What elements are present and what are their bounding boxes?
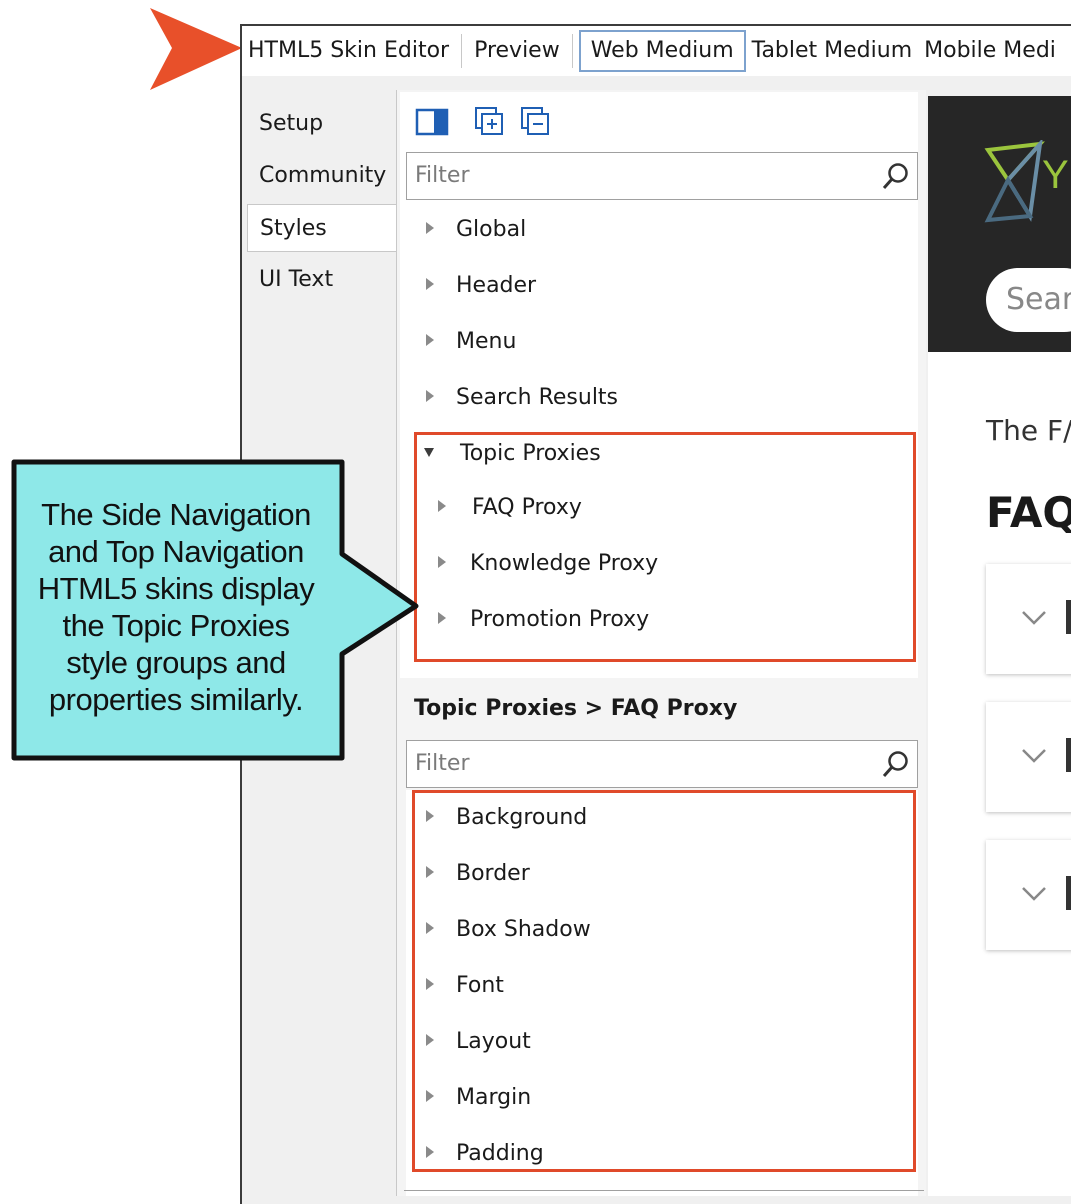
tablet-medium-button[interactable]: Tablet Medium	[746, 30, 918, 72]
search-icon	[882, 163, 908, 189]
callout-line: The Side Navigation	[41, 497, 311, 532]
divider	[404, 1190, 924, 1191]
expand-arrow-icon[interactable]	[426, 390, 434, 402]
properties-highlight	[412, 790, 916, 1172]
chevron-down-icon	[1022, 611, 1046, 625]
faq-item[interactable]	[986, 564, 1071, 674]
tree-item-global[interactable]: Global	[426, 204, 906, 256]
topic-proxies-highlight	[414, 432, 916, 662]
faq-item-text-fragment	[1066, 600, 1071, 634]
tree-item-menu[interactable]: Menu	[426, 316, 906, 368]
tree-item-header[interactable]: Header	[426, 260, 906, 312]
callout-line: and Top Navigation	[48, 534, 304, 569]
style-filter-input[interactable]: Filter	[406, 152, 918, 200]
pointer-arrow-icon	[150, 8, 242, 90]
expand-arrow-icon[interactable]	[426, 334, 434, 346]
expand-arrow-icon[interactable]	[426, 278, 434, 290]
preview-intro-text: The F/	[986, 414, 1071, 447]
tab-community[interactable]: Community	[247, 152, 397, 200]
faq-item[interactable]	[986, 840, 1071, 950]
toolbar-title: HTML5 Skin Editor	[248, 38, 450, 63]
tree-item-label: Search Results	[456, 385, 619, 410]
toggle-panel-icon[interactable]	[414, 104, 450, 140]
tree-item-search-results[interactable]: Search Results	[426, 372, 906, 424]
logo-letter: Y	[1042, 153, 1069, 197]
callout-line: style groups and	[66, 645, 286, 680]
callout-line: the Topic Proxies	[62, 608, 291, 643]
tree-item-label: Menu	[456, 329, 517, 354]
toolbar-separator	[571, 34, 573, 68]
preview-search-placeholder: Sear	[1006, 282, 1071, 317]
callout-line: properties similarly.	[48, 682, 304, 717]
callout-text: The Side Navigation and Top Navigation H…	[24, 496, 328, 718]
collapse-all-icon[interactable]	[518, 104, 554, 140]
properties-breadcrumb: Topic Proxies > FAQ Proxy	[414, 696, 738, 721]
tab-setup[interactable]: Setup	[247, 100, 397, 148]
search-icon	[882, 751, 908, 777]
callout-line: HTML5 skins display	[37, 571, 315, 606]
preview-search-input[interactable]: Sear	[986, 268, 1071, 332]
faq-item-text-fragment	[1066, 876, 1071, 910]
chevron-down-icon	[1022, 887, 1046, 901]
chevron-down-icon	[1022, 749, 1046, 763]
web-medium-button[interactable]: Web Medium	[578, 30, 746, 72]
expand-all-icon[interactable]	[472, 104, 508, 140]
style-filter-placeholder: Filter	[415, 163, 470, 188]
tree-item-label: Global	[456, 217, 527, 242]
tree-item-label: Header	[456, 273, 537, 298]
property-filter-input[interactable]: Filter	[406, 740, 918, 788]
editor-toolbar: HTML5 Skin Editor Preview Web Medium Tab…	[242, 26, 1071, 76]
faq-item-text-fragment	[1066, 738, 1071, 772]
mobile-medium-button[interactable]: Mobile Medi	[918, 30, 1062, 72]
tab-ui-text[interactable]: UI Text	[247, 256, 397, 304]
preview-button[interactable]: Preview	[468, 30, 566, 72]
expand-arrow-icon[interactable]	[426, 222, 434, 234]
preview-heading: FAQ	[986, 488, 1071, 537]
tab-styles[interactable]: Styles	[247, 204, 399, 252]
logo-icon: Y	[984, 140, 1069, 223]
toolbar-separator	[461, 34, 463, 68]
faq-item[interactable]	[986, 702, 1071, 812]
